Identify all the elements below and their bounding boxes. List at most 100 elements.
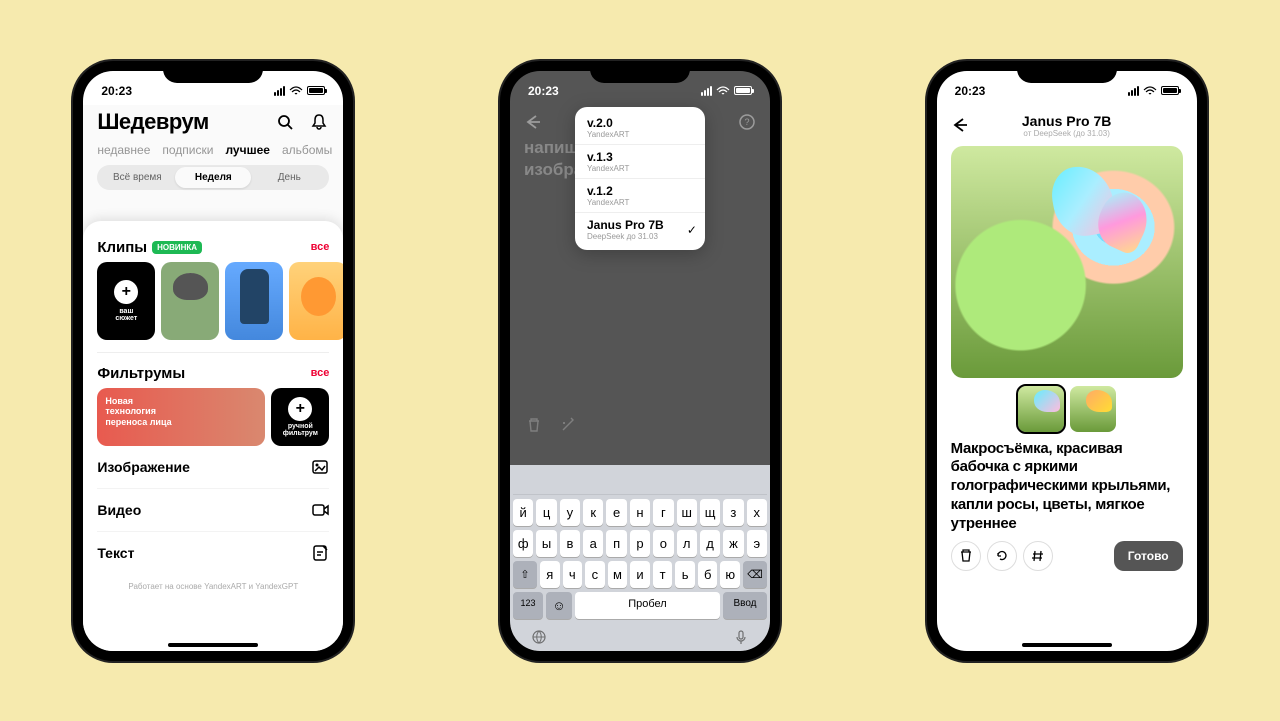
model-option-janus[interactable]: Janus Pro 7B DeepSeek до 31.03 ✓ <box>575 212 705 246</box>
divider <box>97 352 329 353</box>
clip-thumb-3[interactable] <box>289 262 343 340</box>
signal-icon <box>274 86 285 96</box>
regenerate-button[interactable] <box>987 541 1017 571</box>
keyboard-suggestions[interactable] <box>513 469 767 495</box>
key[interactable]: ы <box>536 530 556 557</box>
wifi-icon <box>716 86 730 96</box>
clip-thumb-2[interactable] <box>225 262 283 340</box>
key[interactable]: л <box>677 530 697 557</box>
model-option-title: v.2.0 <box>587 116 693 130</box>
magic-icon[interactable] <box>560 417 576 433</box>
emoji-key[interactable]: ☺ <box>546 592 572 619</box>
clips-row[interactable]: + ваш сюжет <box>97 262 329 340</box>
backspace-key[interactable]: ⌫ <box>743 561 767 588</box>
create-video-row[interactable]: Видео <box>97 489 329 532</box>
key[interactable]: г <box>653 499 673 526</box>
mic-icon[interactable] <box>733 629 749 645</box>
key[interactable]: ю <box>720 561 740 588</box>
status-time: 20:23 <box>101 84 132 98</box>
trash-icon[interactable] <box>526 417 542 433</box>
hashtag-button[interactable] <box>1023 541 1053 571</box>
key[interactable]: к <box>583 499 603 526</box>
key[interactable]: т <box>653 561 673 588</box>
prompt-toolbar <box>510 409 770 441</box>
enter-key[interactable]: Ввод <box>723 592 767 619</box>
model-option-v12[interactable]: v.1.2 YandexART <box>575 178 705 212</box>
clips-all-link[interactable]: все <box>311 241 330 253</box>
wifi-icon <box>1143 86 1157 96</box>
home-indicator[interactable] <box>1022 643 1112 647</box>
key[interactable]: и <box>630 561 650 588</box>
space-key[interactable]: Пробел <box>575 592 720 619</box>
back-icon[interactable] <box>524 113 542 131</box>
key[interactable]: х <box>747 499 767 526</box>
generated-image[interactable] <box>951 146 1183 378</box>
key[interactable]: д <box>700 530 720 557</box>
create-image-row[interactable]: Изображение <box>97 446 329 489</box>
key[interactable]: е <box>606 499 626 526</box>
variant-thumb-1[interactable] <box>1018 386 1064 432</box>
model-picker-popup: v.2.0 YandexART v.1.3 YandexART v.1.2 Ya… <box>575 107 705 250</box>
plus-icon: + <box>114 280 138 304</box>
model-title: Janus Pro 7B <box>977 113 1157 129</box>
battery-icon <box>734 86 752 95</box>
key[interactable]: н <box>630 499 650 526</box>
model-option-title: v.1.2 <box>587 184 693 198</box>
key[interactable]: з <box>723 499 743 526</box>
key[interactable]: ф <box>513 530 533 557</box>
key[interactable]: ь <box>675 561 695 588</box>
key[interactable]: ч <box>563 561 583 588</box>
globe-icon[interactable] <box>531 629 547 645</box>
help-icon[interactable]: ? <box>738 113 756 131</box>
key[interactable]: щ <box>700 499 720 526</box>
delete-button[interactable] <box>951 541 981 571</box>
key[interactable]: с <box>585 561 605 588</box>
create-video-label: Видео <box>97 502 141 518</box>
status-icons <box>1128 86 1179 96</box>
model-subtitle: от DeepSeek (до 31.03) <box>977 129 1157 138</box>
key[interactable]: м <box>608 561 628 588</box>
filter-manual[interactable]: + ручной фильтрум <box>271 388 329 446</box>
model-option-v20[interactable]: v.2.0 YandexART <box>575 111 705 144</box>
key[interactable]: п <box>606 530 626 557</box>
key[interactable]: а <box>583 530 603 557</box>
clip-thumb-1[interactable] <box>161 262 219 340</box>
key[interactable]: й <box>513 499 533 526</box>
filter-promo[interactable]: Новая технология переноса лица <box>97 388 265 446</box>
key[interactable]: о <box>653 530 673 557</box>
key[interactable]: э <box>747 530 767 557</box>
filters-all-link[interactable]: все <box>311 367 330 379</box>
done-button[interactable]: Готово <box>1114 541 1183 571</box>
model-option-sub: YandexART <box>587 164 693 173</box>
key[interactable]: ш <box>677 499 697 526</box>
key[interactable]: в <box>560 530 580 557</box>
butterfly-graphic <box>1053 166 1173 266</box>
model-option-v13[interactable]: v.1.3 YandexART <box>575 144 705 178</box>
filter-promo-text: Новая технология переноса лица <box>105 396 257 428</box>
model-option-sub: DeepSeek до 31.03 <box>587 232 693 241</box>
numbers-key[interactable]: 123 <box>513 592 543 619</box>
phone-result: 20:23 Janus Pro 7B от DeepSeek (до 31.03… <box>927 61 1207 661</box>
home-indicator[interactable] <box>168 643 258 647</box>
key[interactable]: у <box>560 499 580 526</box>
shift-key[interactable]: ⇧ <box>513 561 537 588</box>
svg-text:?: ? <box>744 117 749 127</box>
clip-create-own[interactable]: + ваш сюжет <box>97 262 155 340</box>
clips-header: Клипы НОВИНКА все <box>97 239 329 256</box>
key[interactable]: ц <box>536 499 556 526</box>
key[interactable]: б <box>698 561 718 588</box>
notch <box>1017 61 1117 83</box>
status-time: 20:23 <box>528 84 559 98</box>
create-text-row[interactable]: Текст <box>97 532 329 574</box>
trash-icon <box>959 549 973 563</box>
wifi-icon <box>289 86 303 96</box>
key[interactable]: ж <box>723 530 743 557</box>
keyboard-row-4: 123 ☺ Пробел Ввод <box>513 592 767 619</box>
refresh-icon <box>995 549 1009 563</box>
key[interactable]: я <box>540 561 560 588</box>
result-actions: Готово <box>951 541 1183 571</box>
video-icon <box>311 501 329 519</box>
variant-thumb-2[interactable] <box>1070 386 1116 432</box>
key[interactable]: р <box>630 530 650 557</box>
back-icon[interactable] <box>951 116 969 134</box>
